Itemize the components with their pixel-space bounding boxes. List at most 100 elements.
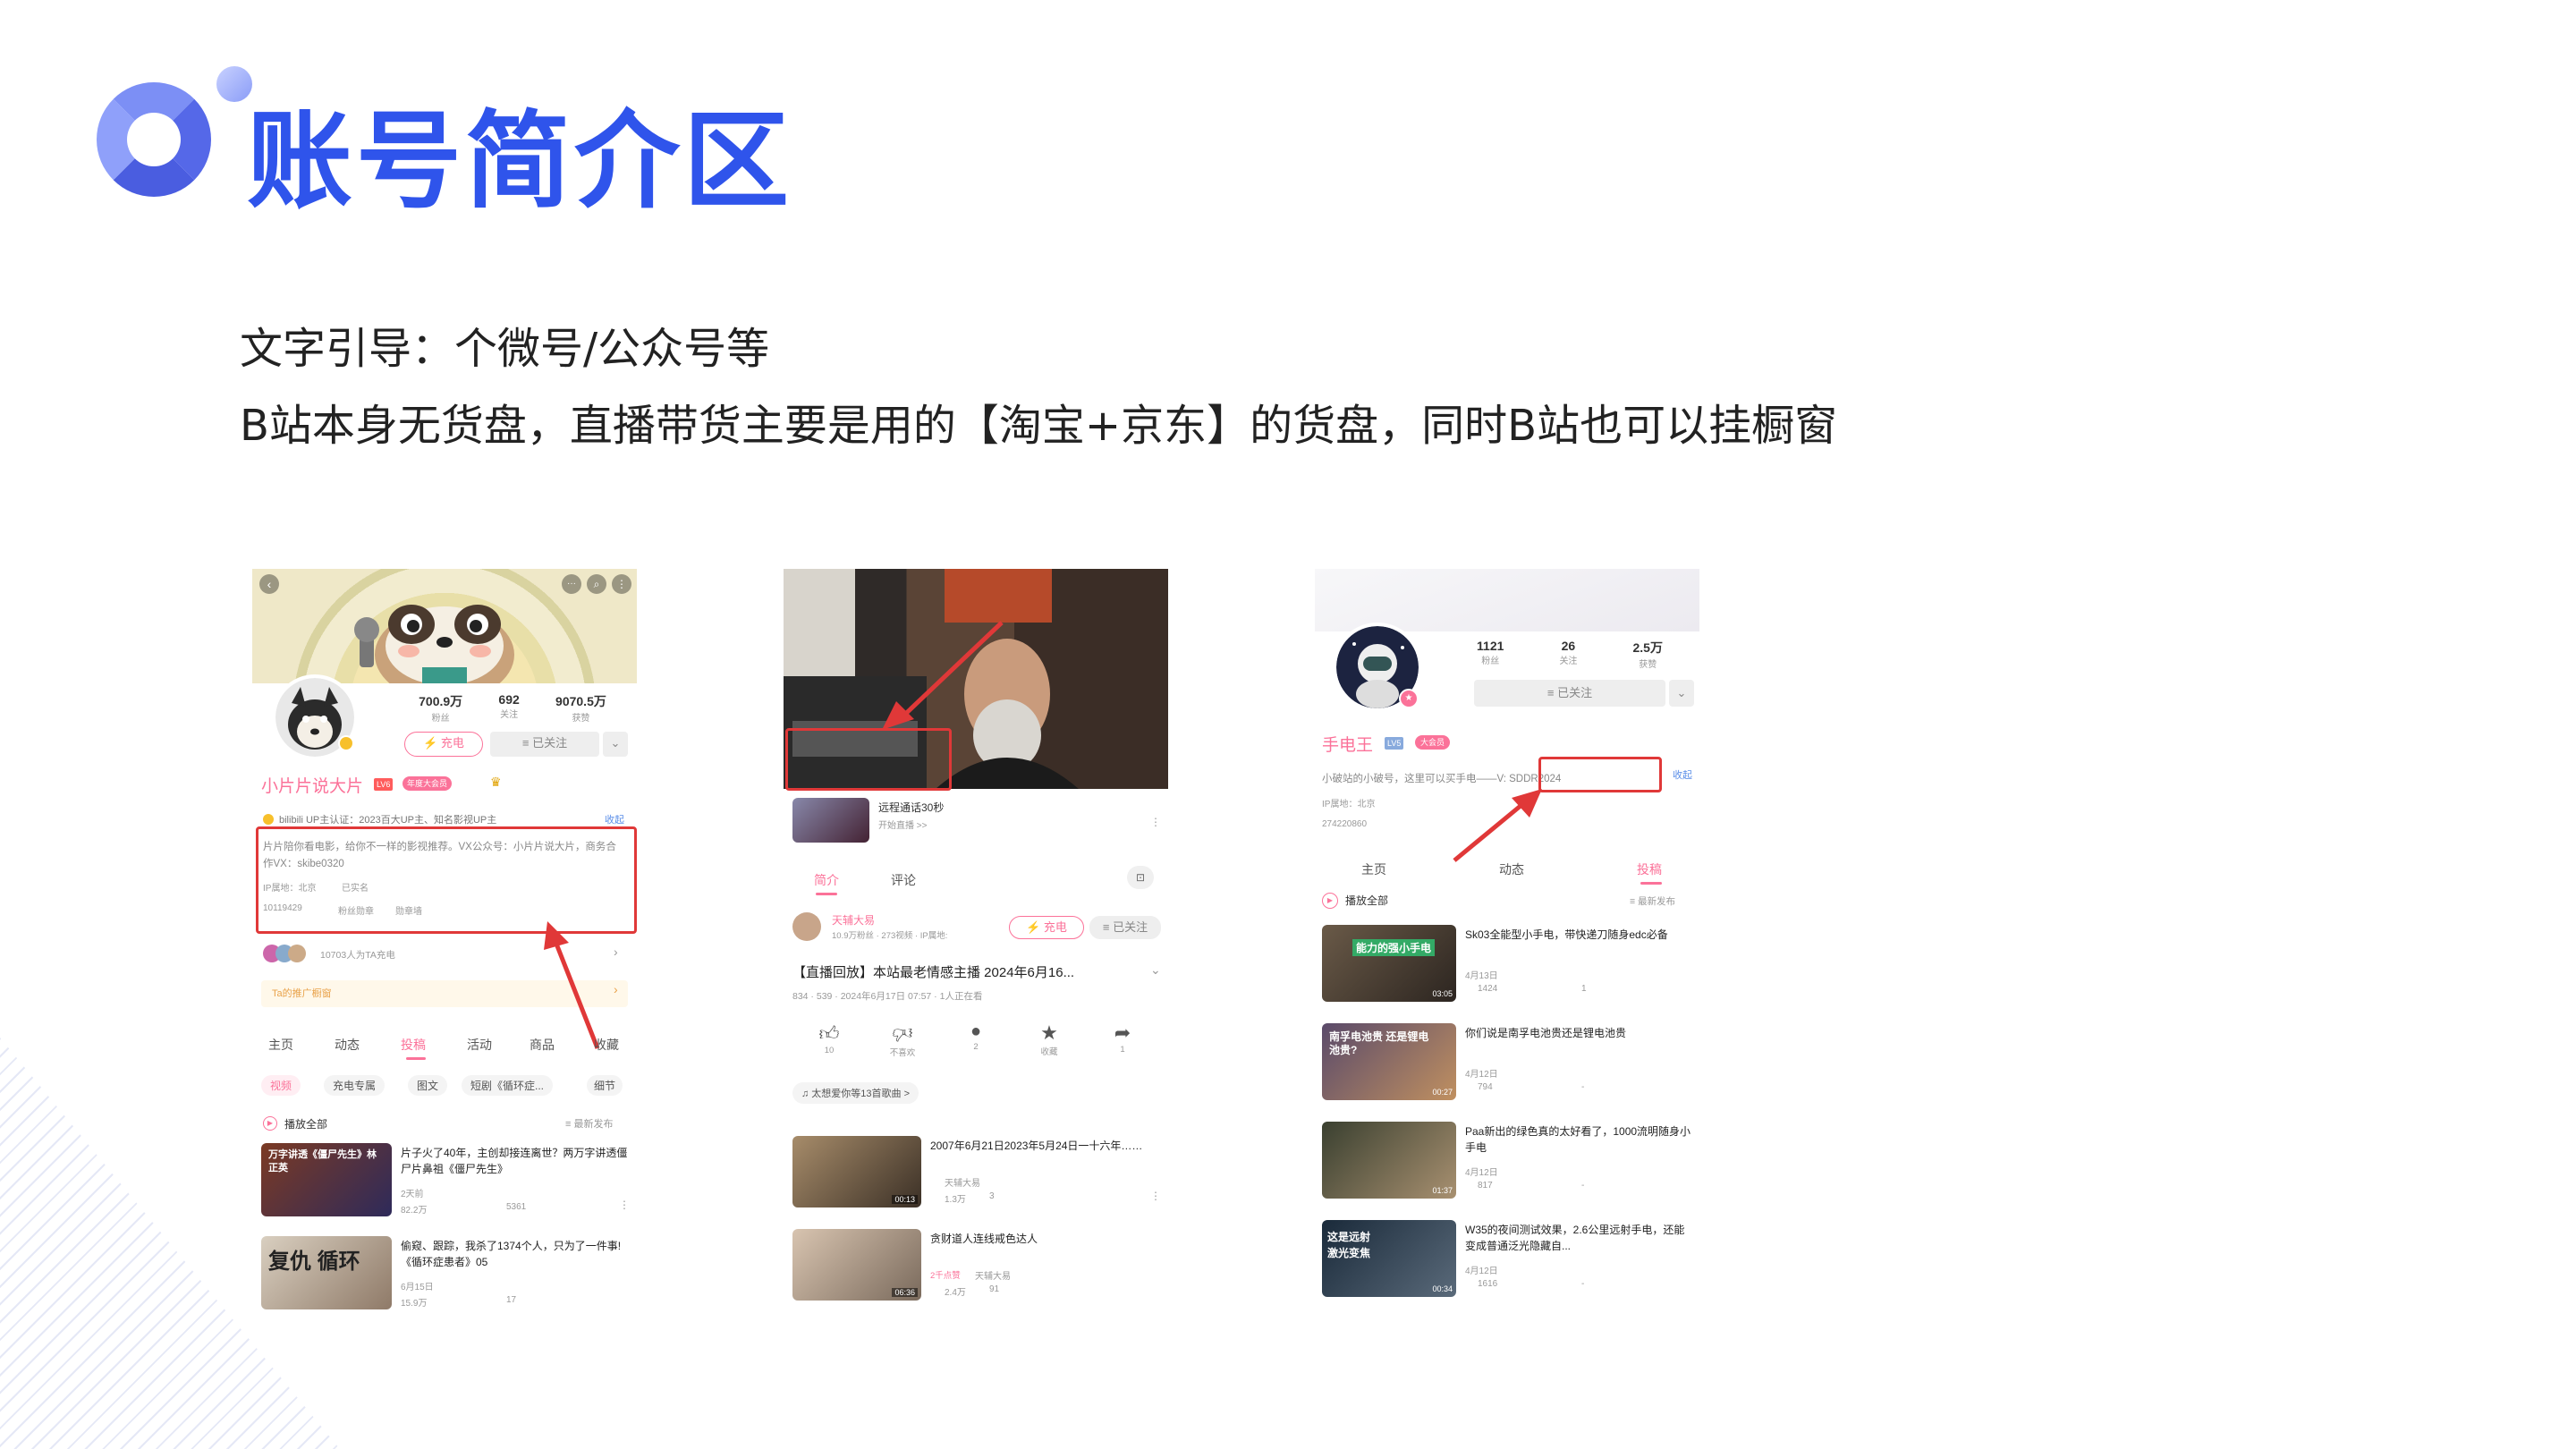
video-thumbnail[interactable]: 06:36 (792, 1229, 921, 1301)
tab-uploads[interactable]: 投稿 (401, 1036, 426, 1054)
video-date: 4月13日 (1465, 971, 1498, 981)
video-title[interactable]: 贪财道人连线戒色达人 (930, 1231, 1159, 1247)
video-thumbnail[interactable]: 能力的强小手电 03:05 (1322, 925, 1456, 1002)
danmaku-icon[interactable]: ⊡ (1127, 866, 1154, 889)
charge-avatars (263, 945, 317, 962)
followed-button[interactable]: ≡ 已关注 (1474, 680, 1665, 707)
live-sub[interactable]: 开始直播 >> (878, 818, 927, 831)
back-icon[interactable]: ‹ (259, 574, 279, 594)
guidance-text: 文字引导：个微号/公众号等 (240, 324, 770, 374)
sort-button[interactable]: ≡ 最新发布 (565, 1116, 613, 1131)
certification: bilibili UP主认证：2023百大UP主、知名影视UP主 (279, 815, 497, 826)
video-date: 2天前 (401, 1190, 424, 1199)
video-title[interactable]: Paa新出的绿色真的太好看了，1000流明随身小手电 (1465, 1123, 1692, 1156)
tab-events[interactable]: 活动 (467, 1036, 492, 1054)
stat-following[interactable]: 692 关注 (498, 692, 519, 724)
music-chip[interactable]: ♫ 太想爱你等13首歌曲 > (792, 1082, 919, 1104)
followed-button[interactable]: ≡ 已关注 (1089, 916, 1161, 939)
stat-fans[interactable]: 700.9万 粉丝 (419, 692, 462, 724)
stat-fans[interactable]: 1121 粉丝 (1477, 639, 1504, 671)
stat-likes[interactable]: 2.5万 获赞 (1632, 639, 1662, 671)
video-views: 817 (1478, 1181, 1493, 1191)
video-thumbnail[interactable]: 万字讲透《僵尸先生》林正英 (261, 1143, 392, 1216)
stat-following[interactable]: 26 关注 (1559, 639, 1577, 671)
tab-home[interactable]: 主页 (268, 1036, 293, 1054)
play-all-button[interactable]: 播放全部 (284, 1116, 327, 1131)
highlight-box (785, 728, 952, 791)
video-danmaku: 17 (506, 1295, 517, 1305)
tab-dynamic[interactable]: 动态 (335, 1036, 360, 1054)
share-button[interactable]: ➦ 1 (1096, 1021, 1149, 1075)
like-button[interactable]: 👍︎ 10 (802, 1021, 856, 1075)
video-views: 2.4万 (945, 1288, 966, 1298)
subtab-charge-only[interactable]: 充电专属 (324, 1075, 386, 1096)
expand-icon[interactable]: ⌄ (1150, 962, 1161, 978)
ip-location: IP属地：北京 (1322, 800, 1376, 809)
collapse-link[interactable]: 收起 (1673, 767, 1692, 782)
video-title[interactable]: 你们说是南孚电池贵还是锂电池贵 (1465, 1025, 1692, 1041)
live-title[interactable]: 远程通话30秒 (878, 800, 944, 815)
subtab-detail[interactable]: 细节 (587, 1075, 623, 1096)
video-thumbnail[interactable]: 00:13 (792, 1136, 921, 1208)
dislike-button[interactable]: 👍︎ 不喜欢 (876, 1021, 929, 1075)
collapse-link[interactable]: 收起 (605, 812, 624, 826)
play-all-button[interactable]: 播放全部 (1345, 893, 1388, 908)
video-danmaku: 1 (1581, 984, 1587, 994)
tab-home[interactable]: 主页 (1361, 860, 1386, 878)
more-icon[interactable]: ⋮ (1150, 1190, 1161, 1202)
screenshot-live-replay: 远程通话30秒 开始直播 >> ⋮ 简介 评论 ⊡ 天辅大易 10.9万粉丝 ·… (784, 569, 1168, 1311)
video-title[interactable]: 2007年6月21日2023年5月24日一十六年…… (930, 1138, 1159, 1154)
red-arrow (1453, 789, 1542, 862)
video-title[interactable]: W35的夜间测试效果，2.6公里远射手电，还能变成普通泛光隐藏自... (1465, 1222, 1692, 1254)
author-name[interactable]: 天辅大易 (832, 912, 875, 928)
uid: 274220860 (1322, 819, 1368, 829)
tab-favorites[interactable]: 收藏 (594, 1036, 619, 1054)
username: 小片片说大片 (261, 777, 364, 796)
more-icon[interactable]: ⋮ (612, 574, 631, 594)
video-title[interactable]: Sk03全能型小手电，带快递刀随身edc必备 (1465, 927, 1692, 943)
tab-comments[interactable]: 评论 (891, 871, 916, 889)
play-icon: ▶ (1322, 893, 1338, 909)
author-avatar[interactable] (792, 912, 821, 941)
tab-uploads[interactable]: 投稿 (1637, 860, 1662, 878)
video-badge: 2千点赞 (930, 1271, 961, 1281)
video-views: 82.2万 (401, 1206, 428, 1216)
video-thumbnail[interactable]: 这是远射 激光变焦 00:34 (1322, 1220, 1456, 1297)
search-icon[interactable]: ⌕ (587, 574, 606, 594)
crown-icon: ♛ (490, 775, 502, 789)
chat-icon[interactable]: ··· (562, 574, 581, 594)
subtab-article[interactable]: 图文 (408, 1075, 448, 1096)
video-views: 1.3万 (945, 1195, 966, 1205)
charge-button[interactable]: ⚡ 充电 (404, 732, 483, 757)
share-icon: ➦ (1114, 1021, 1131, 1044)
stat-likes[interactable]: 9070.5万 获赞 (555, 692, 606, 724)
video-thumbnail[interactable]: 复仇 循环 (261, 1236, 392, 1309)
video-danmaku: - (1581, 1082, 1585, 1092)
coin-button[interactable]: ● 2 (949, 1021, 1003, 1075)
video-views: 1424 (1478, 984, 1498, 994)
video-danmaku: 91 (989, 1284, 1000, 1294)
video-thumbnail[interactable]: 01:37 (1322, 1122, 1456, 1199)
chevron-down-icon[interactable]: ⌄ (603, 732, 628, 757)
more-icon[interactable]: ⋮ (1150, 816, 1161, 828)
charge-button[interactable]: ⚡ 充电 (1009, 916, 1084, 939)
charge-count[interactable]: 10703人为TA充电 (320, 948, 395, 962)
favorite-button[interactable]: ★ 收藏 (1022, 1021, 1076, 1075)
subtab-drama[interactable]: 短剧《循环症... (462, 1075, 554, 1096)
video-views: 15.9万 (401, 1299, 428, 1309)
sort-button[interactable]: ≡ 最新发布 (1630, 894, 1675, 908)
tab-goods[interactable]: 商品 (530, 1036, 555, 1054)
video-author: 天辅大易 (945, 1179, 980, 1189)
chevron-down-icon[interactable]: ⌄ (1669, 680, 1694, 707)
more-icon[interactable]: ⋮ (619, 1199, 630, 1211)
vip-badge: 年度大会员 (402, 776, 453, 791)
video-title[interactable]: 偷窥、跟踪，我杀了1374个人，只为了一件事!《循环症患者》05 (401, 1238, 630, 1270)
video-thumbnail[interactable]: 南孚电池贵 还是锂电池贵? 00:27 (1322, 1023, 1456, 1100)
video-title[interactable]: 片子火了40年，主创却接连离世？两万字讲透僵尸片鼻祖《僵尸先生》 (401, 1145, 630, 1177)
tab-intro[interactable]: 简介 (814, 871, 839, 889)
subtab-video[interactable]: 视频 (261, 1075, 301, 1096)
live-thumbnail[interactable] (792, 798, 869, 843)
action-bar: 👍︎ 10 👍︎ 不喜欢 ● 2 ★ 收藏 ➦ 1 (792, 1021, 1159, 1075)
tab-dynamic[interactable]: 动态 (1499, 860, 1524, 878)
followed-button[interactable]: ≡ 已关注 (490, 732, 599, 757)
